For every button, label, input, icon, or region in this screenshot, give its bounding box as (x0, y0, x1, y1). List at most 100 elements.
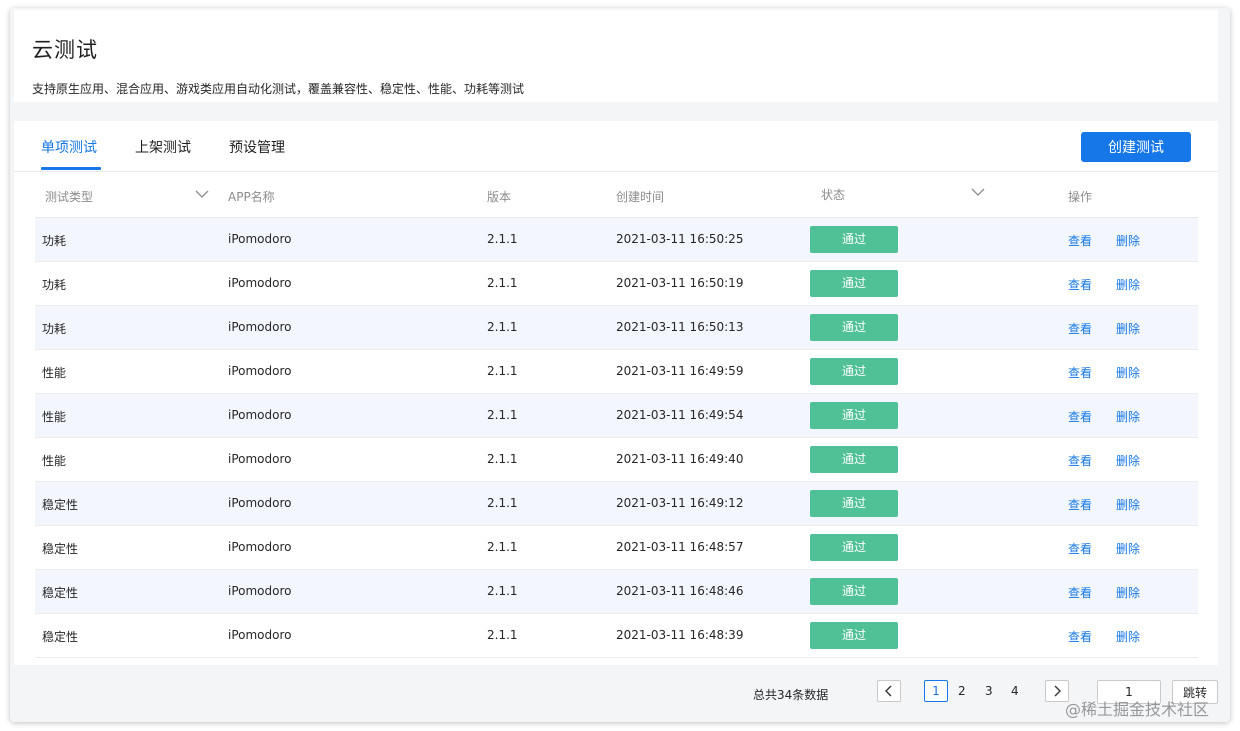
cell-app-name: iPomodoro (228, 452, 292, 466)
delete-link[interactable]: 删除 (1116, 320, 1140, 337)
cell-version: 2.1.1 (487, 584, 518, 598)
delete-link[interactable]: 删除 (1116, 628, 1140, 645)
table-header: 测试类型 APP名称 版本 创建时间 状态 操作 (35, 171, 1198, 218)
status-badge: 通过 (810, 578, 898, 605)
total-count: 总共34条数据 (753, 688, 829, 702)
status-badge: 通过 (810, 622, 898, 649)
tab-single-test[interactable]: 单项测试 (41, 137, 97, 157)
cell-created-time: 2021-03-11 16:49:12 (616, 496, 744, 510)
cell-version: 2.1.1 (487, 452, 518, 466)
cell-created-time: 2021-03-11 16:48:46 (616, 584, 744, 598)
status-badge: 通过 (810, 358, 898, 385)
delete-link[interactable]: 删除 (1116, 584, 1140, 601)
active-tab-indicator (41, 167, 101, 170)
status-badge: 通过 (810, 314, 898, 341)
table-row: 稳定性 iPomodoro 2.1.1 2021-03-11 16:48:46 通过 查看… (35, 570, 1198, 614)
cell-version: 2.1.1 (487, 320, 518, 334)
view-link[interactable]: 查看 (1068, 628, 1092, 645)
column-header-version: 版本 (487, 190, 512, 204)
cell-test-type: 性能 (42, 410, 67, 424)
cell-app-name: iPomodoro (228, 540, 292, 554)
cell-version: 2.1.1 (487, 496, 518, 510)
column-header-actions: 操作 (1068, 190, 1093, 204)
cell-test-type: 性能 (42, 366, 67, 380)
view-link[interactable]: 查看 (1068, 584, 1092, 601)
view-link[interactable]: 查看 (1068, 364, 1092, 381)
delete-link[interactable]: 删除 (1116, 452, 1140, 469)
tab-bar: 单项测试 上架测试 预设管理 创建测试 (14, 121, 1218, 172)
cell-app-name: iPomodoro (228, 584, 292, 598)
cell-test-type: 功耗 (42, 322, 67, 336)
view-link[interactable]: 查看 (1068, 232, 1092, 249)
cell-test-type: 功耗 (42, 278, 67, 292)
chevron-left-icon (885, 685, 892, 697)
cell-version: 2.1.1 (487, 628, 518, 642)
column-header-type: 测试类型 (45, 190, 94, 204)
status-badge: 通过 (810, 270, 898, 297)
cell-created-time: 2021-03-11 16:49:59 (616, 364, 744, 378)
pagination-bar: 总共34条数据 1 2 3 4 跳转 @稀土掘金技术社区 (10, 668, 1230, 722)
delete-link[interactable]: 删除 (1116, 408, 1140, 425)
page-3-button[interactable]: 3 (985, 684, 993, 698)
cell-app-name: iPomodoro (228, 496, 292, 510)
table-row: 性能 iPomodoro 2.1.1 2021-03-11 16:49:54 通过 查看 删… (35, 394, 1198, 438)
column-header-status: 状态 (821, 188, 846, 202)
cell-created-time: 2021-03-11 16:50:13 (616, 320, 744, 334)
chevron-right-icon (1054, 685, 1061, 697)
view-link[interactable]: 查看 (1068, 320, 1092, 337)
table-row: 功耗 iPomodoro 2.1.1 2021-03-11 16:50:19 通过 查看 删… (35, 262, 1198, 306)
cell-test-type: 稳定性 (42, 586, 79, 600)
cell-test-type: 稳定性 (42, 630, 79, 644)
table-row: 性能 iPomodoro 2.1.1 2021-03-11 16:49:40 通过 查看 删… (35, 438, 1198, 482)
delete-link[interactable]: 删除 (1116, 364, 1140, 381)
cell-version: 2.1.1 (487, 408, 518, 422)
cell-test-type: 稳定性 (42, 542, 79, 556)
column-header-created: 创建时间 (616, 190, 665, 204)
table-row: 稳定性 iPomodoro 2.1.1 2021-03-11 16:48:57 通过 查看… (35, 526, 1198, 570)
cell-version: 2.1.1 (487, 276, 518, 290)
cell-version: 2.1.1 (487, 364, 518, 378)
status-badge: 通过 (810, 226, 898, 253)
table-row: 功耗 iPomodoro 2.1.1 2021-03-11 16:50:13 通过 查看 删… (35, 306, 1198, 350)
cell-test-type: 稳定性 (42, 498, 79, 512)
cell-version: 2.1.1 (487, 540, 518, 554)
app-window: 云测试 支持原生应用、混合应用、游戏类应用自动化测试，覆盖兼容性、稳定性、性能、… (10, 8, 1230, 722)
view-link[interactable]: 查看 (1068, 276, 1092, 293)
cell-created-time: 2021-03-11 16:49:40 (616, 452, 744, 466)
cell-app-name: iPomodoro (228, 364, 292, 378)
delete-link[interactable]: 删除 (1116, 540, 1140, 557)
view-link[interactable]: 查看 (1068, 452, 1092, 469)
delete-link[interactable]: 删除 (1116, 496, 1140, 513)
test-list-panel: 单项测试 上架测试 预设管理 创建测试 测试类型 APP名称 版本 创建时间 状… (14, 121, 1218, 665)
table-row: 稳定性 iPomodoro 2.1.1 2021-03-11 16:48:39 通过 查看… (35, 614, 1198, 658)
create-test-button[interactable]: 创建测试 (1081, 132, 1191, 162)
page-1-button[interactable]: 1 (924, 680, 948, 702)
prev-page-button[interactable] (877, 680, 901, 702)
page-4-button[interactable]: 4 (1011, 684, 1019, 698)
cell-app-name: iPomodoro (228, 276, 292, 290)
page-title: 云测试 (32, 38, 98, 62)
cell-created-time: 2021-03-11 16:48:39 (616, 628, 744, 642)
tab-preset-management[interactable]: 预设管理 (229, 137, 285, 157)
chevron-down-icon[interactable] (971, 187, 985, 197)
tab-launch-test[interactable]: 上架测试 (135, 137, 191, 157)
table-row: 性能 iPomodoro 2.1.1 2021-03-11 16:49:59 通过 查看 删… (35, 350, 1198, 394)
delete-link[interactable]: 删除 (1116, 232, 1140, 249)
page-header: 云测试 支持原生应用、混合应用、游戏类应用自动化测试，覆盖兼容性、稳定性、性能、… (14, 10, 1218, 102)
table-body: 功耗 iPomodoro 2.1.1 2021-03-11 16:50:25 通过 查看删… (35, 218, 1198, 658)
cell-app-name: iPomodoro (228, 320, 292, 334)
cell-app-name: iPomodoro (228, 408, 292, 422)
cell-app-name: iPomodoro (228, 628, 292, 642)
status-badge: 通过 (810, 490, 898, 517)
column-header-app: APP名称 (228, 190, 275, 204)
delete-link[interactable]: 删除 (1116, 276, 1140, 293)
cell-created-time: 2021-03-11 16:50:19 (616, 276, 744, 290)
page-2-button[interactable]: 2 (958, 684, 966, 698)
status-badge: 通过 (810, 402, 898, 429)
cell-created-time: 2021-03-11 16:49:54 (616, 408, 744, 422)
chevron-down-icon[interactable] (195, 189, 209, 199)
view-link[interactable]: 查看 (1068, 540, 1092, 557)
view-link[interactable]: 查看 (1068, 496, 1092, 513)
view-link[interactable]: 查看 (1068, 408, 1092, 425)
status-badge: 通过 (810, 446, 898, 473)
